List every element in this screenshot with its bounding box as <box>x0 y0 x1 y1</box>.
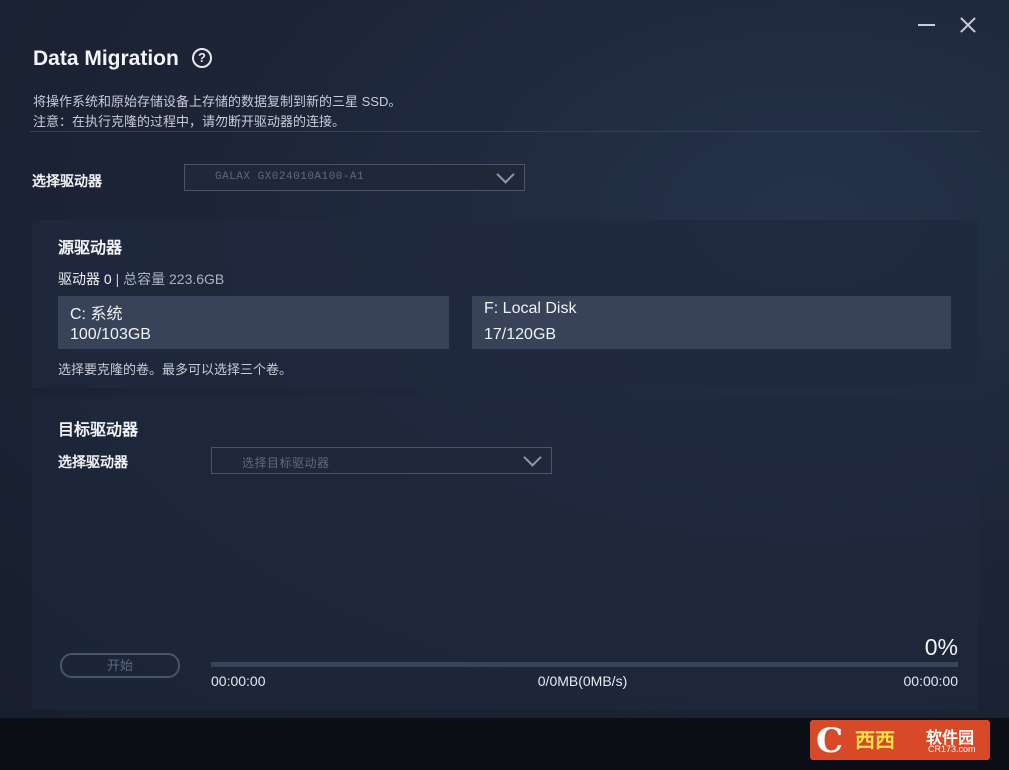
volume-name: C: 系统 <box>70 306 123 323</box>
volume-size: 100/103GB <box>70 326 151 343</box>
divider <box>30 131 980 132</box>
volume-name: F: Local Disk <box>484 300 577 317</box>
target-select-dropdown[interactable]: 选择目标驱动器 <box>211 447 552 474</box>
watermark-url: CR173.com <box>928 744 976 754</box>
close-icon[interactable] <box>955 12 981 38</box>
source-capacity: 总容量 223.6GB <box>123 271 225 287</box>
volume-c[interactable]: C: 系统 100/103GB <box>58 296 449 349</box>
description-line-1: 将操作系统和原始存储设备上存储的数据复制到新的三星 SSD。 <box>33 94 402 109</box>
description-line-2: 注意：在执行克隆的过程中，请勿断开驱动器的连接。 <box>33 114 346 129</box>
minimize-icon[interactable] <box>914 12 940 38</box>
page-title: Data Migration <box>33 47 179 70</box>
transfer-stats: 0/0MB(0MB/s) <box>537 673 628 689</box>
watermark-glyph: C <box>816 721 844 761</box>
target-heading: 目标驱动器 <box>58 422 139 439</box>
source-heading: 源驱动器 <box>58 240 123 257</box>
start-button[interactable]: 开始 <box>60 653 180 678</box>
watermark-logo: C 西西 软件园 CR173.com <box>810 720 990 761</box>
target-select-label: 选择驱动器 <box>58 454 128 470</box>
source-drive-info: 驱动器 0 | 总容量 223.6GB <box>58 269 224 289</box>
remaining-time: 00:00:00 <box>903 673 959 689</box>
chevron-down-icon <box>523 448 542 467</box>
volume-f[interactable]: F: Local Disk 17/120GB <box>472 296 951 349</box>
drive-select-label: 选择驱动器 <box>32 173 102 189</box>
help-icon[interactable]: ? <box>192 48 212 68</box>
volume-hint: 选择要克隆的卷。最多可以选择三个卷。 <box>58 362 293 377</box>
source-drive-name: 驱动器 0 <box>58 271 112 287</box>
info-separator: | <box>115 271 120 287</box>
progress-bar <box>211 662 958 667</box>
drive-select-value: GALAX GX024010A100-A1 <box>215 171 365 183</box>
target-select-placeholder: 选择目标驱动器 <box>242 456 330 470</box>
chevron-down-icon <box>496 165 515 184</box>
drive-select-dropdown[interactable]: GALAX GX024010A100-A1 <box>184 164 525 191</box>
main-window: Data Migration ? 将操作系统和原始存储设备上存储的数据复制到新的… <box>0 0 1009 718</box>
volume-size: 17/120GB <box>484 326 557 343</box>
watermark-main: 西西 <box>855 730 895 752</box>
progress-percent: 0% <box>924 634 958 660</box>
elapsed-time: 00:00:00 <box>211 673 266 689</box>
